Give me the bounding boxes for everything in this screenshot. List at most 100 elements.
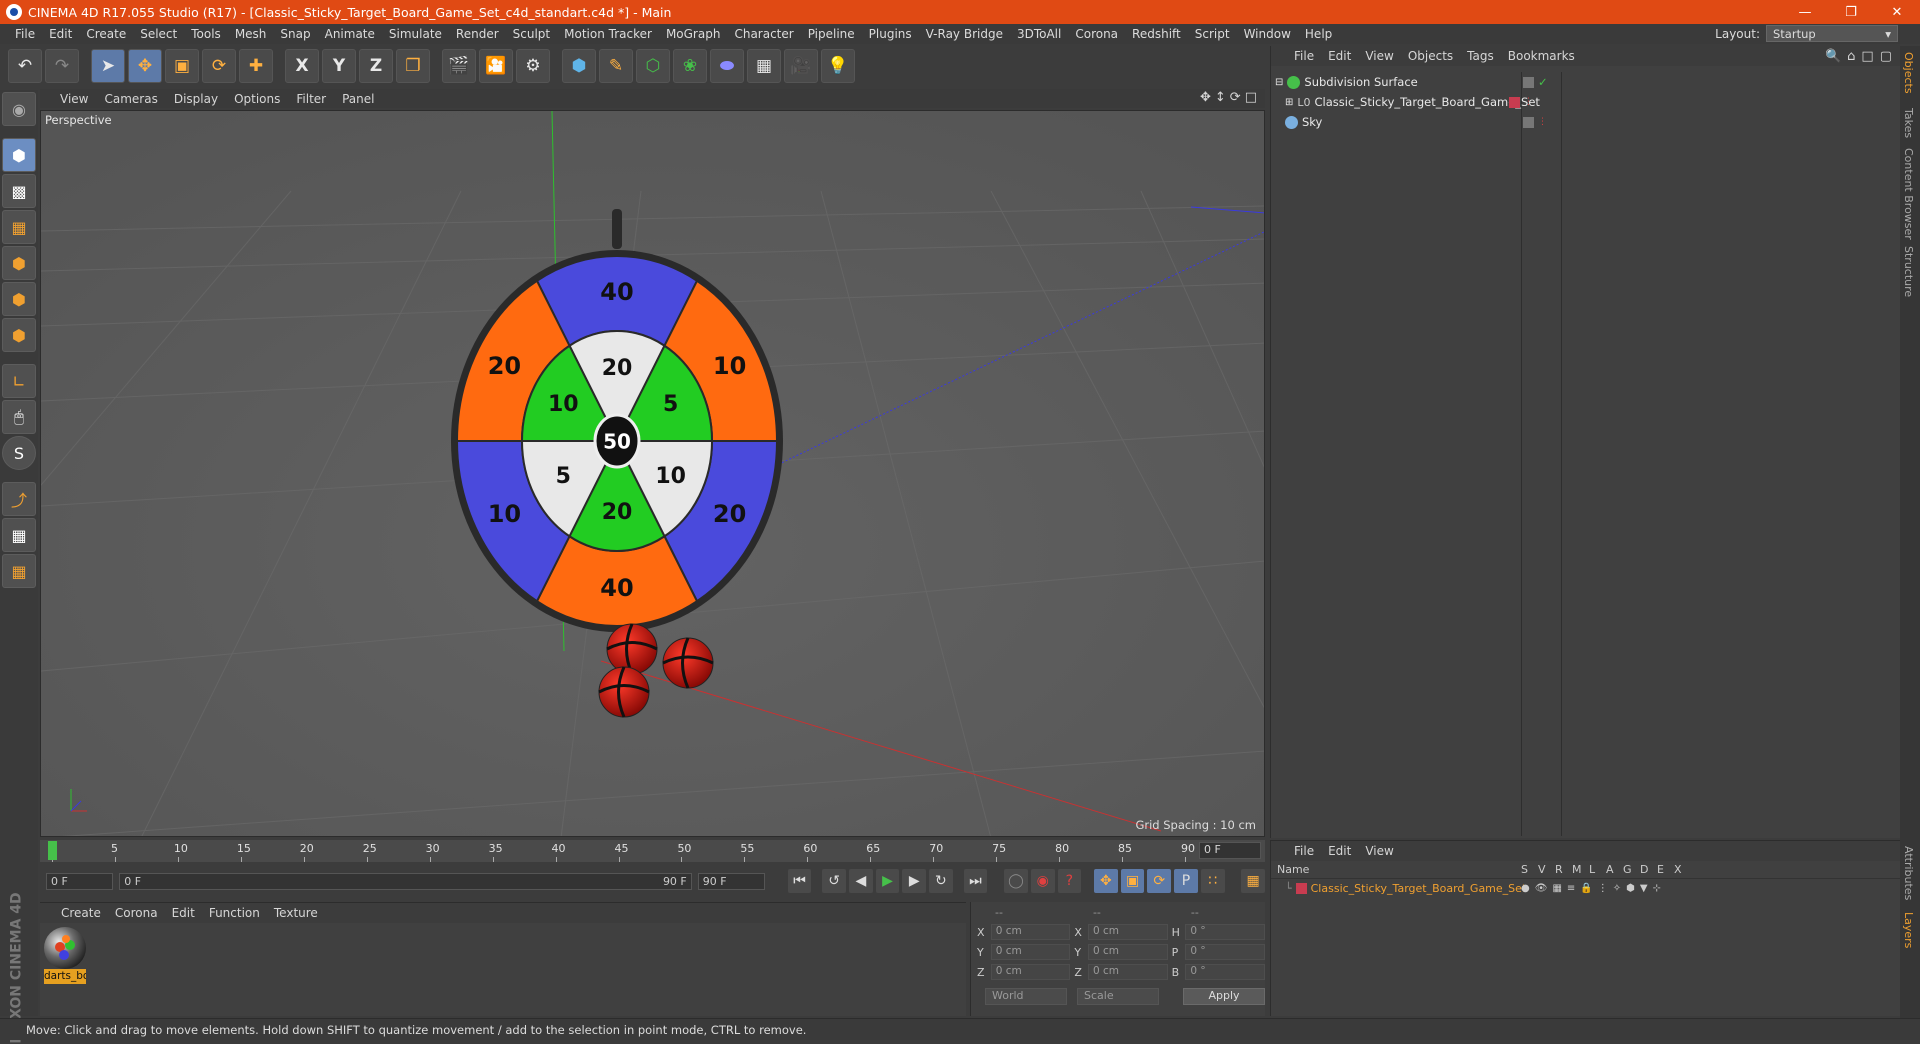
layer-solo-icon[interactable]: ● [1521,883,1530,894]
menu-pipeline[interactable]: Pipeline [801,27,862,41]
close-icon[interactable]: ✕ [1874,0,1920,24]
menu-file[interactable]: File [8,27,42,41]
key-parameter-icon[interactable]: P [1174,869,1198,893]
menu-window[interactable]: Window [1237,27,1298,41]
position-x-field[interactable]: 0 cm [990,924,1071,940]
objects-menu-file[interactable]: File [1287,49,1321,63]
apply-button[interactable]: Apply [1183,988,1265,1005]
scale-tool-icon[interactable]: ▣ [165,49,199,83]
viewport-menu-view[interactable]: View [52,92,96,106]
workplane-icon[interactable]: ▦ [2,210,36,244]
tab-layers[interactable]: Layers [1902,912,1915,948]
layers-menu-view[interactable]: View [1358,844,1400,858]
new-window-icon[interactable]: □ [1861,49,1873,64]
objects-menu-tags[interactable]: Tags [1460,49,1501,63]
menu-mograph[interactable]: MoGraph [659,27,728,41]
layer-xref-icon[interactable]: ⊹ [1653,883,1661,894]
materials-menu-edit[interactable]: Edit [165,906,202,920]
previous-key-icon[interactable]: ↺ [822,869,846,893]
materials-menu-function[interactable]: Function [202,906,267,920]
rotation-h-field[interactable]: 0 ° [1185,924,1265,940]
menu-vray-bridge[interactable]: V-Ray Bridge [919,27,1010,41]
layout-dropdown[interactable]: Startup ▾ [1766,25,1898,42]
coordinate-system-icon[interactable]: ❐ [396,49,430,83]
menu-simulate[interactable]: Simulate [382,27,449,41]
materials-menu-texture[interactable]: Texture [267,906,325,920]
x-axis-button[interactable]: X [285,49,319,83]
layer-color-tag[interactable] [1509,96,1520,108]
start-frame-field[interactable]: 0 F [46,872,114,890]
timeline-window-icon[interactable]: ▦ [1241,869,1266,893]
tab-objects[interactable]: Objects [1902,52,1915,94]
edges-mode-icon[interactable]: ⬢ [2,282,36,316]
editor-visibility-toggle[interactable] [1523,76,1534,88]
object-row-sky[interactable]: Sky ⋮ [1271,112,1901,132]
coordinate-space-dropdown[interactable]: World [985,988,1067,1005]
live-select-icon[interactable]: ✚ [239,49,273,83]
visibility-dots-icon[interactable]: ⋮ [1538,117,1547,127]
rotation-p-field[interactable]: 0 ° [1185,944,1265,960]
position-z-field[interactable]: 0 cm [990,964,1071,980]
autokey-icon[interactable]: ◉ [1030,869,1055,893]
layer-lock-icon[interactable]: 🔒 [1580,883,1592,894]
record-keys-icon[interactable]: ◯ [1004,869,1028,893]
deformer-icon[interactable]: ⬬ [710,49,744,83]
subdivision-icon[interactable]: ⬡ [636,49,670,83]
viewport-menu-display[interactable]: Display [166,92,226,106]
viewport-menu-options[interactable]: Options [226,92,288,106]
maximize-icon[interactable]: ❐ [1828,0,1874,24]
rotation-b-field[interactable]: 0 ° [1185,964,1265,980]
menu-select[interactable]: Select [133,27,184,41]
play-forward-icon[interactable]: ▶ [875,869,900,893]
render-picture-viewer-icon[interactable]: 🎦 [479,49,513,83]
layer-anim-icon[interactable]: ⋮ [1598,883,1608,894]
menu-plugins[interactable]: Plugins [862,27,919,41]
key-position-icon[interactable]: ✥ [1094,869,1118,893]
layer-render-icon[interactable]: ▦ [1552,883,1561,894]
menu-sculpt[interactable]: Sculpt [506,27,557,41]
objects-menu-bookmarks[interactable]: Bookmarks [1501,49,1582,63]
menu-motion-tracker[interactable]: Motion Tracker [557,27,659,41]
object-row-target-board[interactable]: ⊞ L0 Classic_Sticky_Target_Board_Game_Set … [1271,92,1901,112]
layer-expression-icon[interactable]: ▼ [1640,883,1648,894]
playhead-marker[interactable] [48,841,57,860]
objects-menu-view[interactable]: View [1358,49,1400,63]
model-mode-icon[interactable]: ⬢ [2,138,36,172]
menu-character[interactable]: Character [727,27,800,41]
toggle-view-icon[interactable]: □ [1245,90,1257,105]
undo-icon[interactable]: ↶ [8,49,42,83]
expand-icon[interactable]: ⊞ [1285,97,1293,108]
magnet-snap-icon[interactable]: ⤴ [2,482,36,516]
render-view-icon[interactable]: 🎬 [442,49,476,83]
objects-menu-edit[interactable]: Edit [1321,49,1358,63]
select-arrow-icon[interactable]: ➤ [91,49,125,83]
frame-range-slider[interactable]: 0 F 90 F [119,872,692,890]
end-frame-field[interactable]: 90 F [697,872,765,890]
key-rotation-icon[interactable]: ⟳ [1147,869,1172,893]
size-x-field[interactable]: 0 cm [1088,924,1168,940]
editor-visibility-toggle[interactable] [1523,116,1534,128]
dart-ball[interactable] [662,637,714,689]
menu-create[interactable]: Create [79,27,133,41]
material-swatch[interactable]: darts_bo [44,927,86,985]
camera-icon[interactable]: 🎥 [784,49,818,83]
dart-ball[interactable] [598,666,650,718]
tab-takes[interactable]: Takes [1902,108,1915,138]
pan-view-icon[interactable]: ✥ [1200,90,1211,105]
key-scale-icon[interactable]: ▣ [1120,869,1145,893]
move-tool-icon[interactable]: ✥ [128,49,162,83]
y-axis-button[interactable]: Y [322,49,356,83]
menu-edit[interactable]: Edit [42,27,79,41]
menu-render[interactable]: Render [449,27,506,41]
next-frame-icon[interactable]: ▶ [902,869,927,893]
texture-mode-icon[interactable]: ▩ [2,174,36,208]
visibility-dots-icon[interactable]: ⋮ [1524,97,1533,107]
layer-view-icon[interactable]: 👁 [1535,883,1548,894]
grid-snap-icon[interactable]: ▦ [2,554,36,588]
menu-script[interactable]: Script [1188,27,1237,41]
orbit-view-icon[interactable]: ⟳ [1230,90,1241,105]
materials-menu-create[interactable]: Create [54,906,108,920]
expand-panel-icon[interactable]: ▢ [1880,49,1892,64]
tab-attributes[interactable]: Attributes [1902,846,1915,900]
size-mode-dropdown[interactable]: Scale [1077,988,1159,1005]
